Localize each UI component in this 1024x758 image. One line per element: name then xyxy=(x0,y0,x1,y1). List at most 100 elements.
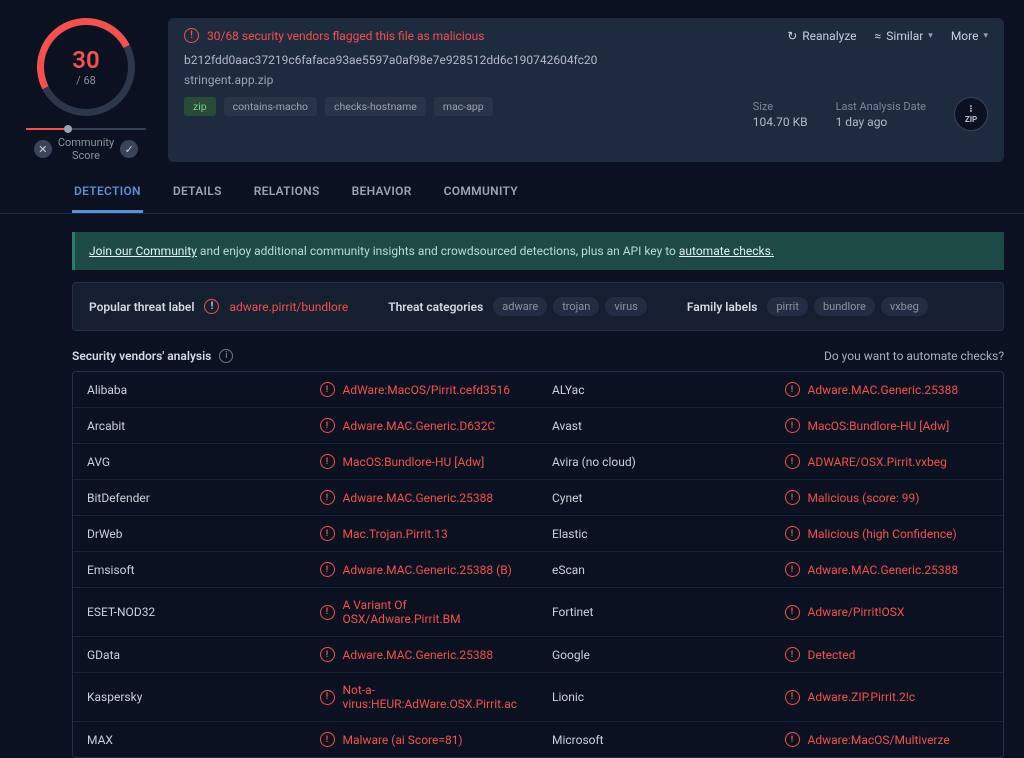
vendor-name: Google xyxy=(538,637,771,672)
malicious-icon: ! xyxy=(785,605,800,620)
vendor-name: ESET-NOD32 xyxy=(73,588,306,636)
join-community-link[interactable]: Join our Community xyxy=(89,244,197,258)
score-widget: 30 / 68 ✕ Community Score ✓ xyxy=(16,18,156,162)
tabs: DETECTION DETAILS RELATIONS BEHAVIOR COMMUNI… xyxy=(0,162,1024,214)
detection-result: !Detected xyxy=(771,637,1004,672)
popular-threat-value: adware.pirrit/bundlore xyxy=(229,300,348,314)
malicious-icon: ! xyxy=(785,647,800,662)
malicious-icon: ! xyxy=(320,647,335,662)
detection-result: !Malicious (high Confidence) xyxy=(771,516,1004,551)
malicious-icon: ! xyxy=(320,526,335,541)
table-row: GData!Adware.MAC.Generic.25388Google!Det… xyxy=(73,636,1003,672)
malicious-icon: ! xyxy=(320,562,335,577)
detection-result: !MacOS:Bundlore-HU [Adw] xyxy=(771,408,1004,443)
reanalyze-button[interactable]: ↻Reanalyze xyxy=(787,29,856,43)
tab-detection[interactable]: DETECTION xyxy=(72,184,143,213)
family-labels-label: Family labels xyxy=(687,300,758,314)
vendor-name: Cynet xyxy=(538,480,771,515)
tab-details[interactable]: DETAILS xyxy=(171,184,224,213)
tag[interactable]: contains-macho xyxy=(224,97,317,116)
detection-result: !ADWARE/OSX.Pirrit.vxbeg xyxy=(771,444,1004,479)
tag[interactable]: zip xyxy=(184,97,216,116)
similar-button[interactable]: ≈Similar▾ xyxy=(875,29,933,43)
pill[interactable]: virus xyxy=(605,297,646,316)
malicious-icon: ! xyxy=(320,382,335,397)
pill[interactable]: pirrit xyxy=(767,297,808,316)
vendor-name: MAX xyxy=(73,722,306,757)
detection-result: !Malware (ai Score=81) xyxy=(306,722,539,757)
vendor-name: Kaspersky xyxy=(73,673,306,721)
tags-list: zip contains-macho checks-hostname mac-app xyxy=(184,97,493,116)
refresh-icon: ↻ xyxy=(787,29,797,43)
vendor-name: Lionic xyxy=(538,673,771,721)
date-label: Last Analysis Date xyxy=(836,100,926,113)
summary-card: ! 30/68 security vendors flagged this fi… xyxy=(168,18,1004,162)
detection-result: !Adware.MAC.Generic.25388 xyxy=(306,480,539,515)
pill[interactable]: vxbeg xyxy=(881,297,928,316)
date-value: 1 day ago xyxy=(836,115,926,129)
table-row: BitDefender!Adware.MAC.Generic.25388Cyne… xyxy=(73,479,1003,515)
vendor-name: Alibaba xyxy=(73,372,306,407)
tag[interactable]: checks-hostname xyxy=(325,97,426,116)
malicious-icon: ! xyxy=(785,732,800,747)
table-row: ESET-NOD32!A Variant Of OSX/Adware.Pirri… xyxy=(73,587,1003,636)
pill[interactable]: trojan xyxy=(553,297,599,316)
alert-icon: ! xyxy=(204,299,219,314)
more-button[interactable]: More▾ xyxy=(951,29,988,43)
detection-result: !Adware.MAC.Generic.25388 xyxy=(771,372,1004,407)
size-label: Size xyxy=(753,100,808,113)
detection-count: 30 xyxy=(72,48,99,72)
pill[interactable]: bundlore xyxy=(814,297,875,316)
tab-behavior[interactable]: BEHAVIOR xyxy=(350,184,414,213)
table-row: Emsisoft!Adware.MAC.Generic.25388 (B)eSc… xyxy=(73,551,1003,587)
table-row: Alibaba!AdWare:MacOS/Pirrit.cefd3516ALYa… xyxy=(73,372,1003,407)
file-name: stringent.app.zip xyxy=(184,73,988,87)
detection-result: !Adware.MAC.Generic.25388 xyxy=(771,552,1004,587)
malicious-icon: ! xyxy=(785,562,800,577)
zip-icon: ⁝ xyxy=(969,105,972,115)
automate-checks-prompt[interactable]: Do you want to automate checks? xyxy=(824,349,1004,363)
detection-result: !Adware.MAC.Generic.25388 xyxy=(306,637,539,672)
table-row: AVG!MacOS:Bundlore-HU [Adw]Avira (no clo… xyxy=(73,443,1003,479)
malicious-icon: ! xyxy=(785,418,800,433)
info-icon[interactable]: i xyxy=(219,349,233,363)
threat-categories: Popular threat label ! adware.pirrit/bun… xyxy=(72,282,1004,331)
table-row: Arcabit!Adware.MAC.Generic.D632CAvast!Ma… xyxy=(73,407,1003,443)
vendor-name: AVG xyxy=(73,444,306,479)
detection-result: !AdWare:MacOS/Pirrit.cefd3516 xyxy=(306,372,539,407)
malicious-icon: ! xyxy=(320,690,335,705)
flag-summary: 30/68 security vendors flagged this file… xyxy=(207,29,484,43)
tab-community[interactable]: COMMUNITY xyxy=(442,184,520,213)
popular-threat-label: Popular threat label xyxy=(89,300,194,314)
detection-result: !Adware.MAC.Generic.D632C xyxy=(306,408,539,443)
malicious-icon: ! xyxy=(320,605,335,620)
tab-relations[interactable]: RELATIONS xyxy=(252,184,322,213)
tag[interactable]: mac-app xyxy=(434,97,493,116)
vendor-name: Avira (no cloud) xyxy=(538,444,771,479)
analysis-title: Security vendors' analysis xyxy=(72,349,211,363)
vendor-name: ALYac xyxy=(538,372,771,407)
similar-icon: ≈ xyxy=(875,29,882,43)
vendor-name: DrWeb xyxy=(73,516,306,551)
close-icon[interactable]: ✕ xyxy=(34,140,52,158)
detection-result: !Mac.Trojan.Pirrit.13 xyxy=(306,516,539,551)
malicious-icon: ! xyxy=(320,732,335,747)
check-icon[interactable]: ✓ xyxy=(120,140,138,158)
malicious-icon: ! xyxy=(785,690,800,705)
vendor-name: Microsoft xyxy=(538,722,771,757)
malicious-icon: ! xyxy=(785,454,800,469)
community-slider xyxy=(26,128,146,130)
pill[interactable]: adware xyxy=(493,297,547,316)
vendor-name: eScan xyxy=(538,552,771,587)
community-banner: Join our Community and enjoy additional … xyxy=(72,232,1004,270)
vendor-name: Emsisoft xyxy=(73,552,306,587)
malicious-icon: ! xyxy=(320,418,335,433)
automate-checks-link[interactable]: automate checks. xyxy=(679,244,774,258)
vendor-name: Fortinet xyxy=(538,588,771,636)
detection-donut: 30 / 68 xyxy=(37,18,135,116)
malicious-icon: ! xyxy=(785,382,800,397)
vendor-name: BitDefender xyxy=(73,480,306,515)
detection-result: !Malicious (score: 99) xyxy=(771,480,1004,515)
table-row: MAX!Malware (ai Score=81)Microsoft!Adwar… xyxy=(73,721,1003,757)
table-row: Kaspersky!Not-a-virus:HEUR:AdWare.OSX.Pi… xyxy=(73,672,1003,721)
